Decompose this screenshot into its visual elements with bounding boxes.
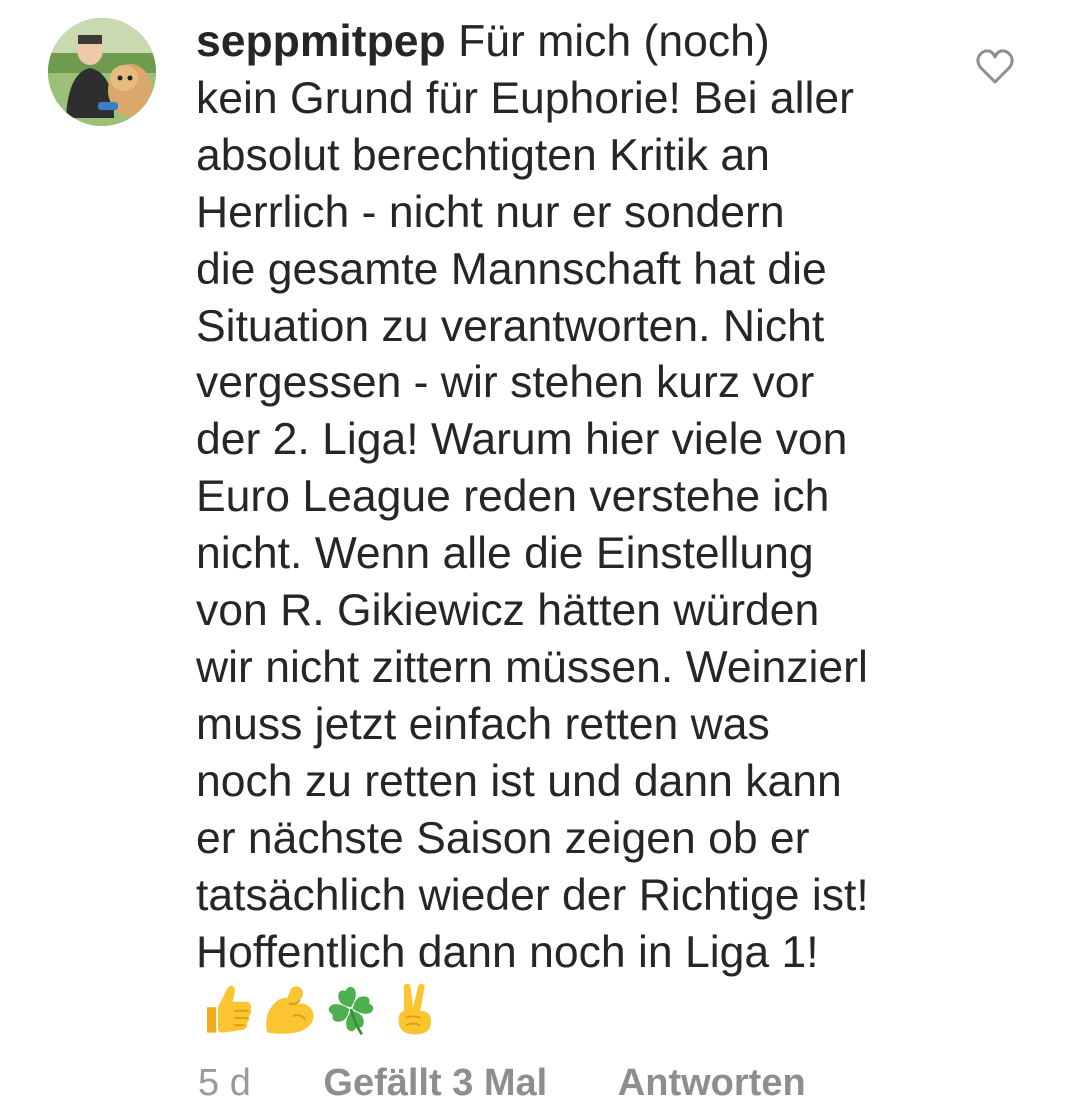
- comment-line: Für mich (noch): [458, 17, 770, 66]
- comment-line: er nächste Saison zeigen ob er: [196, 813, 810, 863]
- thumbs-up-emoji-icon: [207, 985, 252, 1033]
- comment-line: die gesamte Mannschaft hat die: [196, 244, 827, 294]
- comment-line: vergessen - wir stehen kurz vor: [196, 358, 815, 408]
- comment-line: tatsächlich wieder der Richtige ist!: [196, 870, 869, 920]
- comment-line: Herrlich - nicht nur er sondern: [196, 187, 785, 237]
- comment-line: wir nicht zittern müssen. Weinzierl: [196, 642, 868, 692]
- heart-outline-icon: [976, 49, 1014, 84]
- comment-line: muss jetzt einfach retten was: [196, 699, 770, 749]
- comment-line: absolut berechtigten Kritik an: [196, 130, 770, 180]
- avatar-photo: [48, 18, 156, 126]
- comment-first-line: seppmitpep Für mich (noch): [196, 14, 956, 71]
- comment-body: seppmitpep Für mich (noch) kein Grund fü…: [196, 14, 956, 981]
- four-leaf-clover-emoji-icon: [328, 986, 374, 1036]
- victory-hand-emoji-icon: [398, 983, 432, 1035]
- comment-line: kein Grund für Euphorie! Bei aller: [196, 73, 854, 123]
- comment-meta: 5 d Gefällt 3 Mal Antworten: [198, 1058, 806, 1108]
- comment-line: noch zu retten ist und dann kann: [196, 756, 842, 806]
- comment: seppmitpep Für mich (noch) kein Grund fü…: [0, 0, 1080, 1114]
- comment-line: Hoffentlich dann noch in Liga 1!: [196, 927, 819, 977]
- comment-line: nicht. Wenn alle die Einstellung: [196, 529, 814, 579]
- likes-count-link[interactable]: Gefällt 3 Mal: [323, 1062, 547, 1104]
- comment-age: 5 d: [198, 1062, 251, 1104]
- comment-line: Situation zu verantworten. Nicht: [196, 301, 825, 351]
- avatar[interactable]: [48, 18, 156, 126]
- comment-line: der 2. Liga! Warum hier viele von: [196, 415, 848, 465]
- comment-text: seppmitpep Für mich (noch) kein Grund fü…: [196, 14, 956, 981]
- reply-button[interactable]: Antworten: [618, 1062, 806, 1104]
- comment-line: von R. Gikiewicz hätten würden: [196, 586, 820, 636]
- flexed-biceps-emoji-icon: [266, 986, 314, 1034]
- like-button[interactable]: [975, 48, 1015, 86]
- username-link[interactable]: seppmitpep: [196, 17, 446, 66]
- emoji-row: [198, 980, 442, 1040]
- comment-line: Euro League reden verstehe ich: [196, 472, 830, 522]
